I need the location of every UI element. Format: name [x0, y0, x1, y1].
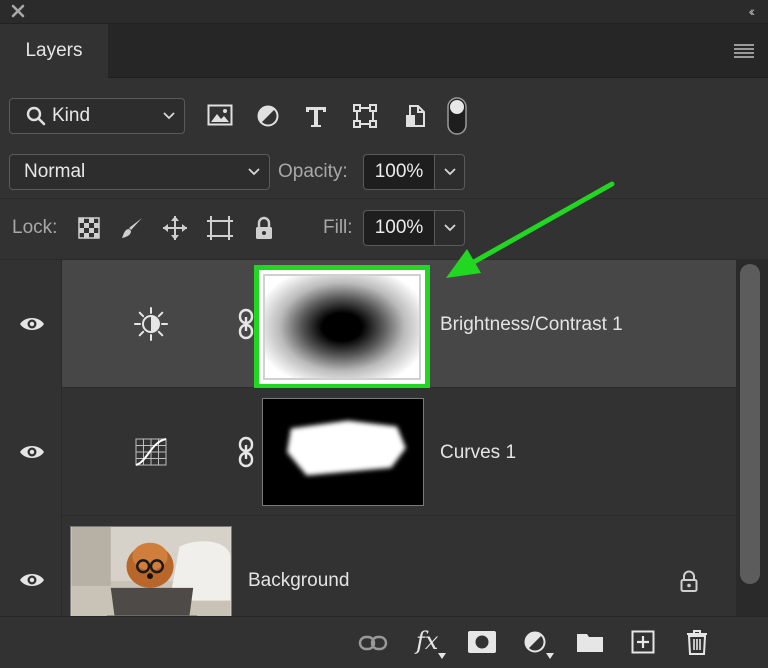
dog-with-laptop-photo — [71, 527, 231, 616]
visibility-column — [0, 516, 62, 616]
tab-layers[interactable]: Layers — [0, 24, 108, 78]
adjustment-layer-icon[interactable] — [523, 630, 547, 654]
fill-input[interactable]: 100% — [363, 210, 435, 246]
pentagon-mask-preview — [287, 420, 406, 476]
new-layer-icon[interactable] — [631, 630, 655, 654]
chevron-down-icon — [248, 168, 260, 176]
eye-icon[interactable] — [19, 315, 45, 333]
blend-mode-value: Normal — [24, 161, 86, 182]
opacity-field: 100% — [363, 154, 465, 190]
layer-name[interactable]: Curves 1 — [440, 442, 516, 464]
layer-row-background[interactable]: Background — [0, 516, 736, 616]
fill-field: 100% — [363, 210, 465, 246]
fill-label: Fill: — [323, 217, 353, 238]
chevron-down-icon — [443, 224, 456, 232]
add-mask-icon[interactable] — [468, 631, 496, 653]
chevron-down-icon — [443, 168, 456, 176]
filter-kind-label: Kind — [52, 105, 91, 126]
divider — [0, 198, 768, 199]
filter-shape-layers-icon[interactable] — [353, 104, 377, 128]
panel-tab-row: Layers — [0, 24, 768, 78]
visibility-column — [0, 388, 62, 516]
link-layers-icon[interactable] — [358, 635, 388, 651]
lock-position-icon[interactable] — [162, 215, 188, 241]
blend-mode-dropdown[interactable]: Normal — [9, 154, 270, 190]
close-panel-icon[interactable] — [10, 3, 26, 19]
filter-adjustment-layers-icon[interactable] — [256, 104, 280, 128]
layer-name[interactable]: Brightness/Contrast 1 — [440, 314, 623, 336]
opacity-dropdown-button[interactable] — [435, 154, 465, 190]
radial-mask-preview — [263, 274, 421, 380]
filter-smart-object-icon[interactable] — [403, 104, 427, 128]
layer-image-thumbnail[interactable] — [70, 526, 232, 616]
lock-image-pixels-icon[interactable] — [120, 216, 144, 240]
filter-pixel-layers-icon[interactable] — [207, 104, 233, 126]
layers-footer-toolbar: fx — [0, 616, 768, 668]
lock-artboard-icon[interactable] — [206, 215, 234, 241]
scroll-thumb[interactable] — [740, 264, 760, 584]
eye-icon[interactable] — [19, 443, 45, 461]
layer-row-curves[interactable]: Curves 1 — [0, 388, 736, 516]
layer-row-brightness-contrast[interactable]: Brightness/Contrast 1 — [0, 260, 736, 389]
panel-top-bar: ‹‹ — [0, 0, 768, 24]
visibility-column — [0, 260, 62, 388]
panel-menu-icon[interactable] — [734, 44, 754, 58]
layer-mask-thumbnail[interactable] — [262, 398, 424, 506]
fx-icon[interactable]: fx — [416, 627, 438, 655]
filter-kind-dropdown[interactable]: Kind — [9, 98, 185, 134]
filter-type-layers-icon[interactable] — [304, 104, 328, 128]
filter-toggle-switch[interactable] — [447, 97, 467, 135]
collapse-panel-icon[interactable]: ‹‹ — [749, 3, 756, 19]
trash-icon[interactable] — [686, 629, 708, 655]
lock-icon[interactable] — [680, 570, 698, 592]
mask-link-icon[interactable] — [238, 308, 254, 340]
lock-label: Lock: — [12, 217, 58, 238]
eye-icon[interactable] — [19, 571, 45, 589]
fill-dropdown-button[interactable] — [435, 210, 465, 246]
curves-icon[interactable] — [135, 438, 167, 466]
search-icon — [26, 106, 46, 126]
mask-link-icon[interactable] — [238, 436, 254, 468]
opacity-label: Opacity: — [278, 161, 348, 182]
brightness-contrast-icon[interactable] — [134, 307, 168, 341]
chevron-down-icon — [163, 112, 175, 120]
layer-mask-thumbnail[interactable] — [254, 265, 430, 389]
lock-all-icon[interactable] — [254, 216, 274, 240]
layer-name[interactable]: Background — [248, 570, 349, 592]
layers-list: Brightness/Contrast 1 Curves 1 Backgroun… — [0, 260, 736, 616]
opacity-input[interactable]: 100% — [363, 154, 435, 190]
new-group-icon[interactable] — [576, 631, 604, 653]
lock-transparent-pixels-icon[interactable] — [78, 217, 100, 239]
chevron-down-icon — [438, 653, 446, 659]
chevron-down-icon — [546, 653, 554, 659]
